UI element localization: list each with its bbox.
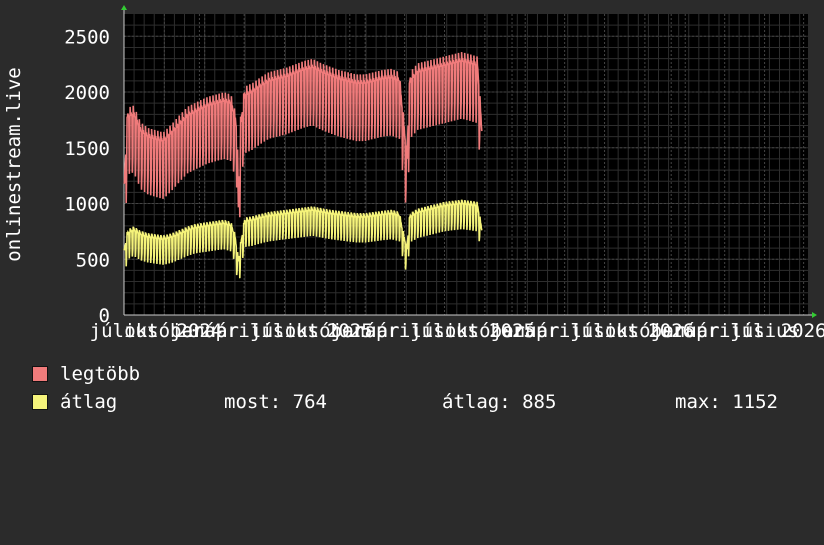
x-axis-arrow <box>812 312 817 318</box>
legend-label-avg: átlag <box>60 391 118 413</box>
y-tick-label: 1000 <box>64 194 110 216</box>
stat-maximum: max: 1152 <box>675 391 778 413</box>
x-tick-label: 2026 <box>781 320 824 342</box>
legend-row-avg: átlag most: 764 átlag: 885 max: 1152 <box>32 391 812 413</box>
y-axis-title: onlinestream.live <box>3 67 25 261</box>
chart-container: 0 500 1000 1500 2000 2500 július október 2024 jan… <box>0 0 824 430</box>
y-tick-label: 2000 <box>64 82 110 104</box>
legend-swatch-avg <box>32 394 48 410</box>
y-axis-arrow <box>121 5 127 10</box>
legend-label-max: legtöbb <box>60 363 141 385</box>
legend-swatch-max <box>32 366 48 382</box>
stat-average: átlag: 885 <box>442 391 557 413</box>
line-chart: 05001000150020002500júliusoktóber2024jan… <box>3 5 824 342</box>
y-tick-label: 2500 <box>64 26 110 48</box>
stat-now: most: 764 <box>224 391 327 413</box>
y-tick-label: 1500 <box>64 138 110 160</box>
legend-row-max: legtöbb <box>32 363 140 385</box>
y-tick-label: 500 <box>76 249 110 271</box>
